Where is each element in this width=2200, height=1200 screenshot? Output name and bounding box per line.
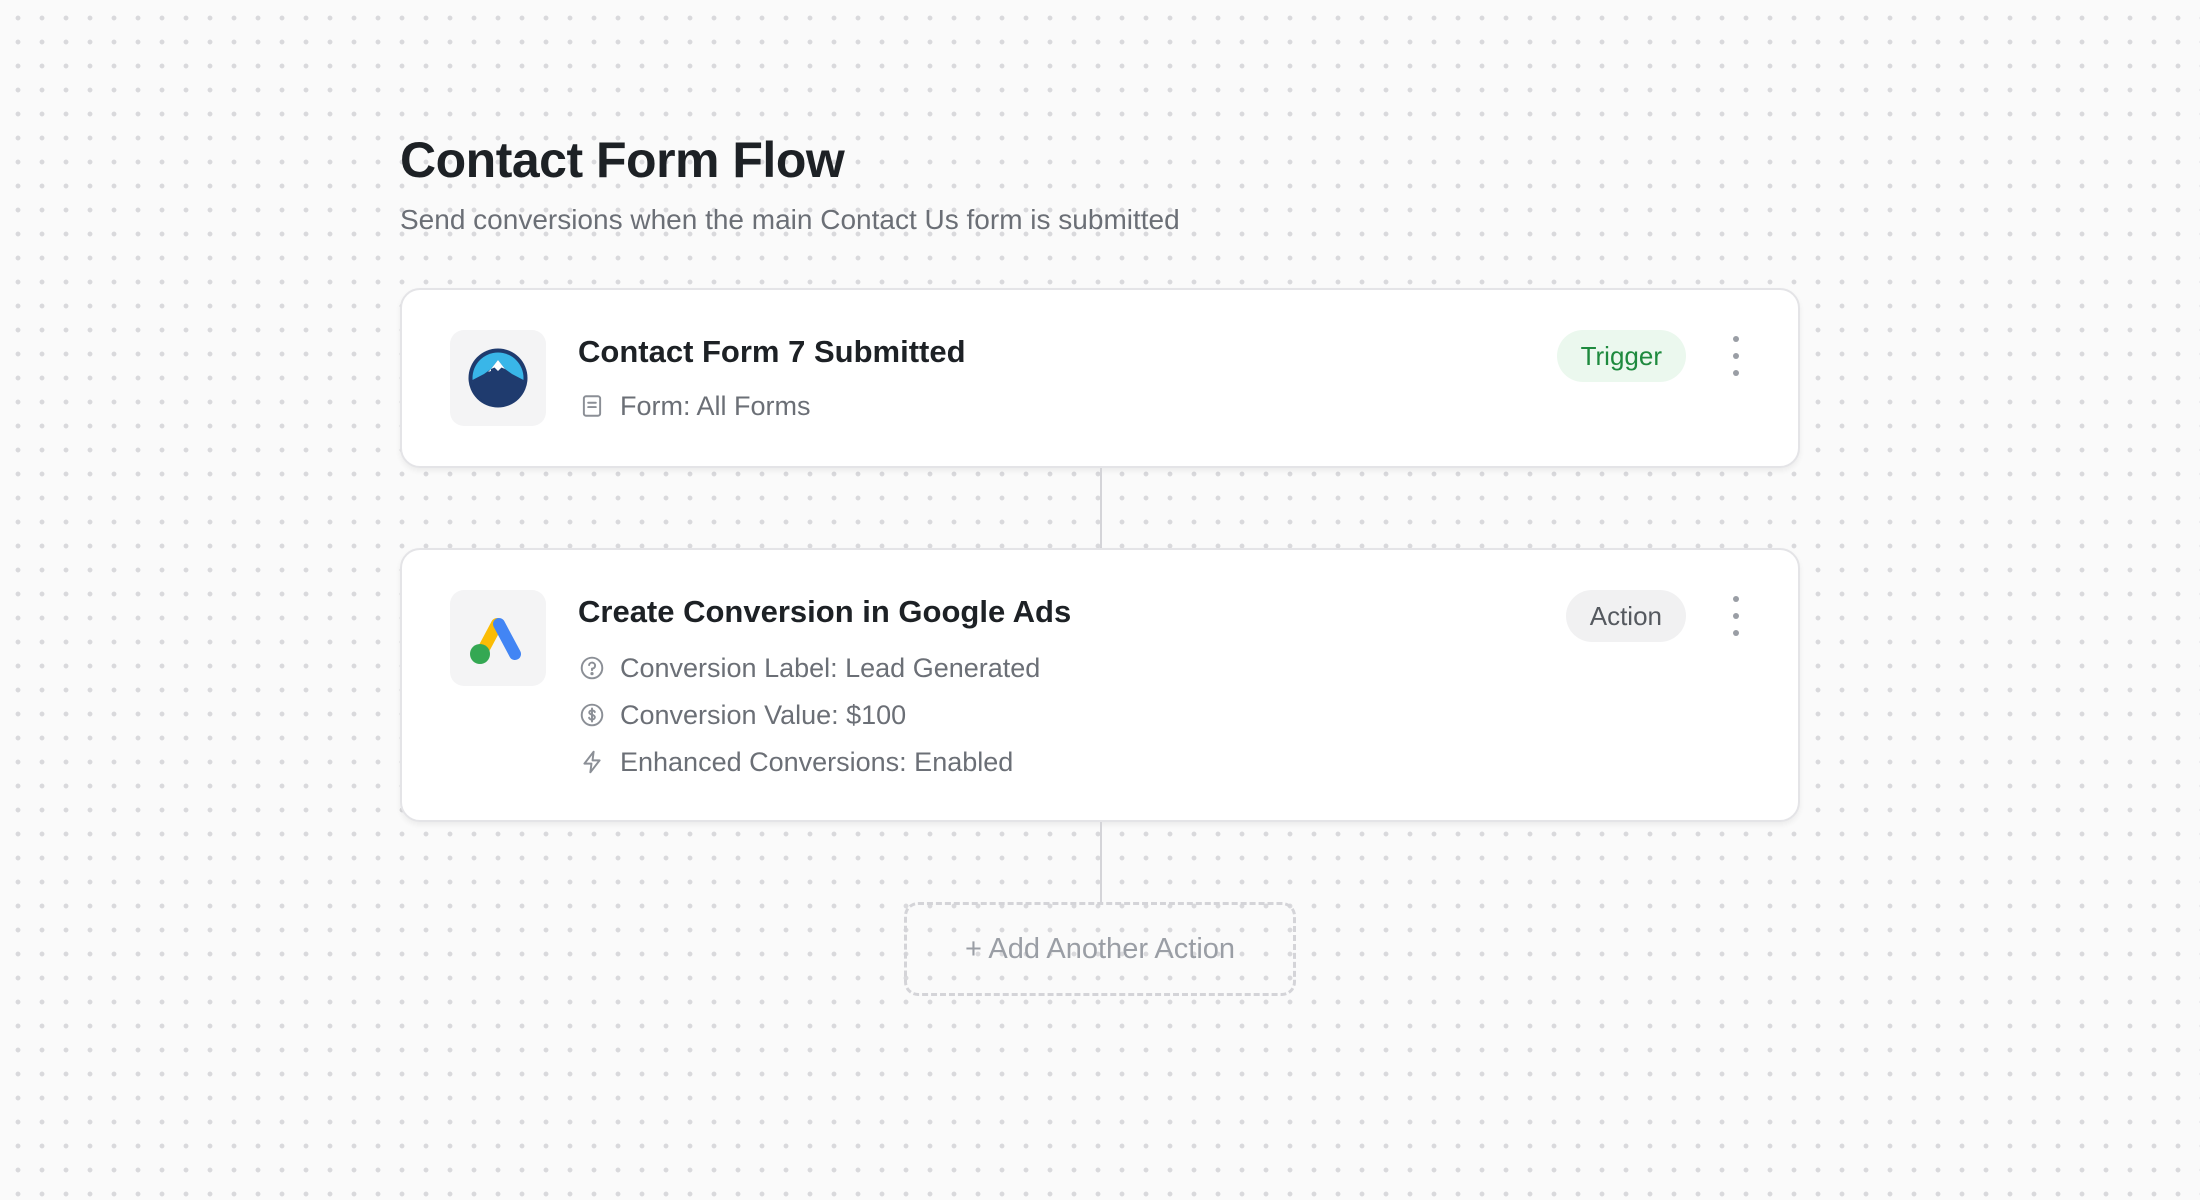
- trigger-badge: Trigger: [1556, 330, 1686, 382]
- dollar-circle-icon: [578, 701, 606, 729]
- conversion-label-text: Conversion Label: Lead Generated: [620, 653, 1041, 683]
- conversion-value-text: Conversion Value: $100: [620, 700, 907, 730]
- action-detail-row: Conversion Value: $100: [578, 697, 906, 733]
- page-subtitle: Send conversions when the main Contact U…: [400, 204, 1180, 235]
- contact-form-7-mountain-icon: [468, 348, 528, 408]
- trigger-step-title: Contact Form 7 Submitted: [578, 334, 966, 369]
- flow-canvas: Contact Form Flow Send conversions when …: [400, 0, 1800, 1200]
- step-connector: [1100, 468, 1102, 548]
- question-circle-icon: [578, 654, 606, 682]
- enhanced-conversions-text: Enhanced Conversions: Enabled: [620, 747, 1014, 777]
- action-step-card[interactable]: Create Conversion in Google Ads Conversi…: [400, 548, 1800, 822]
- action-detail-row: Conversion Label: Lead Generated: [578, 650, 1040, 686]
- trigger-step-card[interactable]: Contact Form 7 Submitted Form: All Forms…: [400, 288, 1800, 468]
- trigger-app-icon-tile: [450, 330, 546, 426]
- trigger-more-menu-icon[interactable]: [1724, 336, 1748, 376]
- action-detail-row: Enhanced Conversions: Enabled: [578, 744, 1013, 780]
- action-step-title: Create Conversion in Google Ads: [578, 594, 1072, 629]
- add-another-action-button[interactable]: + Add Another Action: [904, 902, 1296, 996]
- trigger-detail-row: Form: All Forms: [578, 388, 811, 424]
- lightning-icon: [578, 748, 606, 776]
- action-app-icon-tile: [450, 590, 546, 686]
- page-title: Contact Form Flow: [400, 132, 845, 188]
- google-ads-icon: [470, 618, 521, 664]
- document-icon: [578, 392, 606, 420]
- step-connector: [1100, 822, 1102, 902]
- action-badge: Action: [1565, 590, 1686, 642]
- trigger-detail-text: Form: All Forms: [620, 391, 811, 421]
- action-more-menu-icon[interactable]: [1724, 596, 1748, 636]
